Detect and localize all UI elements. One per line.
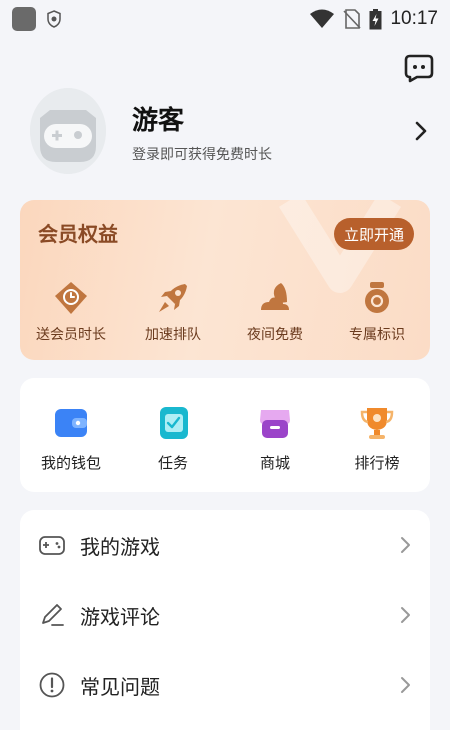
gamepad-icon xyxy=(39,536,65,555)
menu-item-faq[interactable]: 常见问题 xyxy=(20,650,430,720)
vip-benefit-queue[interactable]: 加速排队 xyxy=(122,280,224,344)
robot-avatar-icon xyxy=(30,88,106,174)
menu-item-label: 我的游戏 xyxy=(80,534,160,559)
login-hint: 登录即可获得免费时长 xyxy=(132,147,272,163)
pencil-icon xyxy=(42,604,64,626)
chevron-right-icon xyxy=(401,677,410,693)
chevron-right-icon xyxy=(401,537,410,553)
status-bar: 10:17 xyxy=(0,0,450,38)
vip-benefit-label: 加速排队 xyxy=(145,327,201,343)
menu-item-label: 常见问题 xyxy=(80,674,160,699)
moon-cloud-icon xyxy=(261,283,289,310)
vip-benefit-label: 送会员时长 xyxy=(36,327,106,343)
app-notification-icon xyxy=(12,7,36,31)
quick-item-label: 任务 xyxy=(157,454,188,472)
quick-item-label: 我的钱包 xyxy=(40,454,101,472)
info-icon xyxy=(39,672,65,698)
battery-icon xyxy=(369,8,382,29)
menu-item-label: 游戏评论 xyxy=(80,604,160,629)
avatar[interactable] xyxy=(30,88,106,174)
clock-tag-icon xyxy=(55,282,87,314)
menu-list: 我的游戏 游戏评论 常见问题 xyxy=(20,510,430,730)
quick-item-label: 排行榜 xyxy=(354,454,400,472)
vip-benefit-label: 专属标识 xyxy=(349,327,405,343)
vip-title: 会员权益 xyxy=(38,222,118,246)
trophy-icon xyxy=(360,408,394,439)
quick-item-label: 商城 xyxy=(259,454,290,472)
vip-benefit-bonus-time[interactable]: 送会员时长 xyxy=(20,280,122,344)
quick-item-leaderboard[interactable]: 排行榜 xyxy=(326,404,428,473)
quick-actions-card: 我的钱包 任务 商城 排行榜 xyxy=(20,378,430,492)
menu-item-game-reviews[interactable]: 游戏评论 xyxy=(20,580,430,650)
wallet-icon xyxy=(55,409,87,437)
shop-icon xyxy=(260,410,290,438)
menu-item-my-games[interactable]: 我的游戏 xyxy=(20,510,430,580)
chevron-right-icon[interactable] xyxy=(414,120,428,142)
quick-item-task[interactable]: 任务 xyxy=(122,404,224,473)
medal-icon xyxy=(365,282,389,313)
quick-item-wallet[interactable]: 我的钱包 xyxy=(20,404,122,473)
task-icon xyxy=(160,407,188,439)
vip-benefit-badge[interactable]: 专属标识 xyxy=(326,280,428,344)
vip-benefit-night-free[interactable]: 夜间免费 xyxy=(224,280,326,344)
chevron-right-icon xyxy=(401,607,410,623)
rocket-icon xyxy=(159,284,187,312)
username: 游客 xyxy=(132,106,185,136)
open-vip-button[interactable]: 立即开通 xyxy=(334,218,414,250)
vip-benefits-card: 会员权益 立即开通 送会员时长 加速排队 夜间免费 专属标识 xyxy=(20,200,430,360)
profile-header[interactable]: 游客 登录即可获得免费时长 xyxy=(30,88,430,178)
no-sim-icon xyxy=(343,9,362,29)
message-icon[interactable] xyxy=(404,53,434,83)
quick-item-shop[interactable]: 商城 xyxy=(224,404,326,473)
wifi-icon xyxy=(310,9,335,28)
shield-icon xyxy=(47,10,61,28)
clock-time: 10:17 xyxy=(390,8,438,29)
vip-benefit-label: 夜间免费 xyxy=(247,327,303,343)
